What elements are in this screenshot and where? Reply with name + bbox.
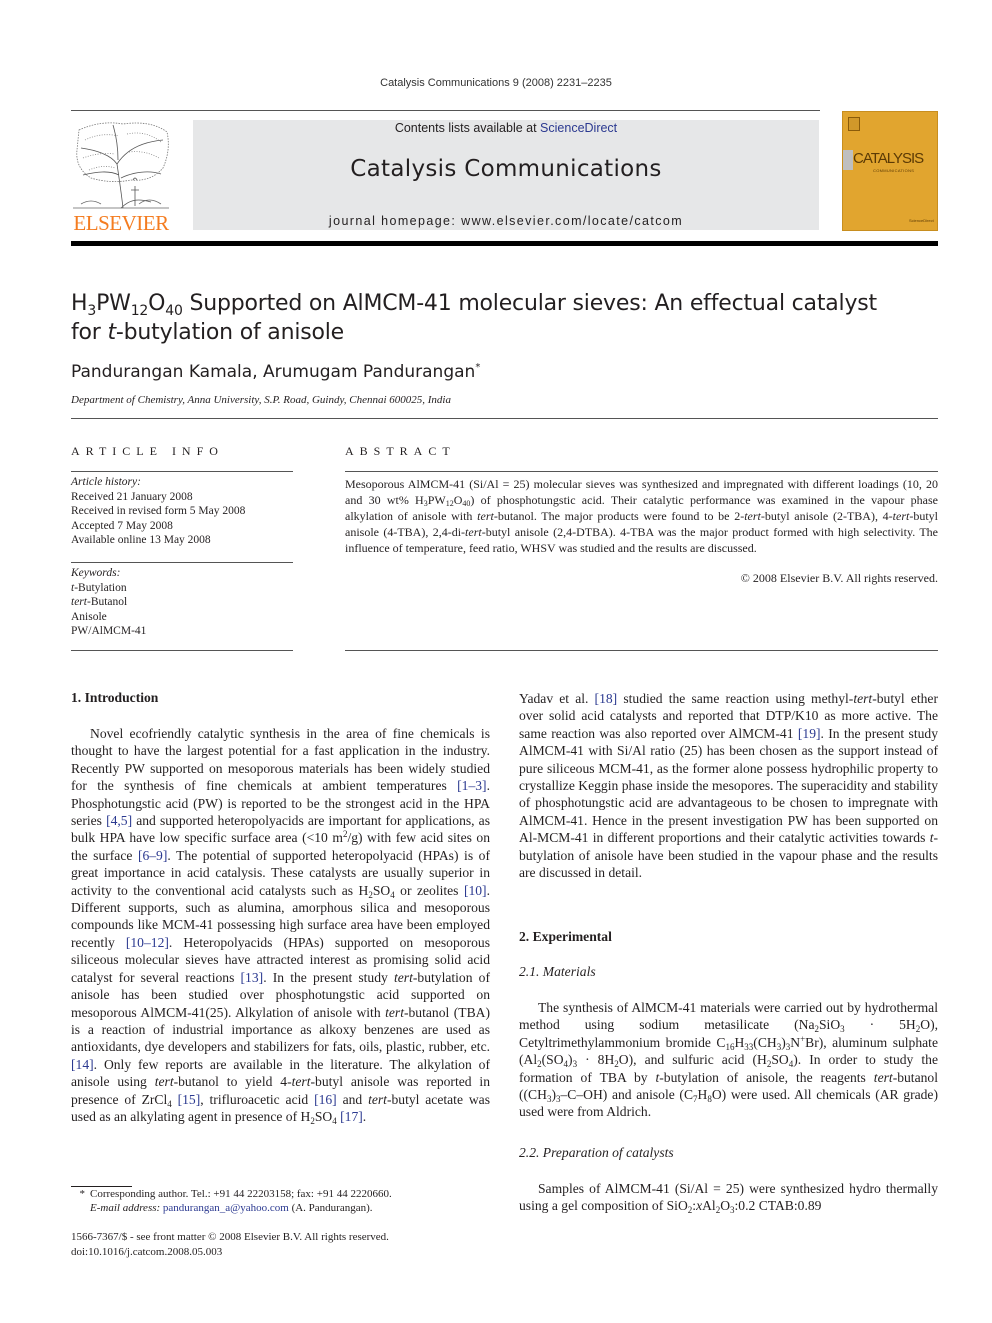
keywords-label: Keywords: xyxy=(71,567,121,579)
citation-link[interactable]: [10] xyxy=(464,883,487,898)
front-matter: 1566-7367/$ - see front matter © 2008 El… xyxy=(71,1230,490,1259)
header-thick-rule xyxy=(71,241,938,246)
cover-c-block xyxy=(843,150,853,170)
journal-cover-thumbnail: CATALYSIS COMMUNICATIONS ScienceDirect xyxy=(842,111,938,231)
sciencedirect-link[interactable]: ScienceDirect xyxy=(540,121,617,135)
citation-link[interactable]: [15] xyxy=(178,1092,201,1107)
citation-link[interactable]: [17] xyxy=(340,1109,363,1124)
citation-link[interactable]: [10–12] xyxy=(126,935,169,950)
article-info-rule xyxy=(71,650,293,651)
history-online: Available online 13 May 2008 xyxy=(71,534,211,546)
issn-line: 1566-7367/$ - see front matter © 2008 El… xyxy=(71,1231,389,1243)
elsevier-wordmark: ELSEVIER xyxy=(73,211,169,235)
citation-link[interactable]: [19] xyxy=(798,726,821,741)
journal-title: Catalysis Communications xyxy=(350,156,662,182)
header-rule xyxy=(71,110,820,111)
preparation-heading: 2.2. Preparation of catalysts xyxy=(519,1145,674,1160)
citation-link[interactable]: [4,5] xyxy=(106,813,132,828)
article-info-rule xyxy=(71,471,293,472)
citation-link[interactable]: [6–9] xyxy=(138,848,167,863)
abstract-copyright: © 2008 Elsevier B.V. All rights reserved… xyxy=(740,571,938,585)
keyword-item: PW/AlMCM-41 xyxy=(71,625,147,637)
citation-link[interactable]: [16] xyxy=(314,1092,337,1107)
article-title: H3PW12O40 Supported on AlMCM-41 molecula… xyxy=(71,291,877,345)
title-rule xyxy=(71,418,938,419)
email-link[interactable]: pandurangan_a@yahoo.com xyxy=(163,1202,289,1214)
affiliation: Department of Chemistry, Anna University… xyxy=(71,394,451,406)
cover-emblem-icon xyxy=(848,117,860,131)
citation-link[interactable]: [13] xyxy=(241,970,264,985)
article-info-heading: ARTICLE INFO xyxy=(71,444,224,458)
footnote-mark: * xyxy=(79,1188,86,1200)
history-label: Article history: xyxy=(71,476,141,488)
cover-footer: ScienceDirect xyxy=(909,218,934,223)
abstract-text: Mesoporous AlMCM-41 (Si/Al = 25) molecul… xyxy=(345,477,939,555)
article-info-rule xyxy=(71,562,293,563)
article-history: Article history: Received 21 January 200… xyxy=(71,475,293,548)
history-revised: Received in revised form 5 May 2008 xyxy=(71,505,246,517)
materials-paragraph: The synthesis of AlMCM-41 materials were… xyxy=(519,1000,938,1120)
authors: Pandurangan Kamala, Arumugam Pandurangan xyxy=(71,362,476,382)
abstract-heading: ABSTRACT xyxy=(345,444,456,458)
history-accepted: Accepted 7 May 2008 xyxy=(71,519,173,532)
journal-citation: Catalysis Communications 9 (2008) 2231–2… xyxy=(380,77,612,89)
keyword-item: t-Butylation xyxy=(71,581,127,594)
corresponding-author-mark[interactable]: * xyxy=(475,362,480,373)
introduction-paragraph: Novel ecofriendly catalytic synthesis in… xyxy=(71,726,490,1126)
experimental-heading: 2. Experimental xyxy=(519,929,612,944)
cover-subtitle: COMMUNICATIONS xyxy=(873,168,915,173)
email-label: E-mail address: xyxy=(90,1202,161,1214)
abstract-rule xyxy=(345,650,938,651)
materials-heading: 2.1. Materials xyxy=(519,964,596,979)
contents-prefix: Contents lists available at xyxy=(394,121,541,135)
abstract-rule xyxy=(345,471,938,472)
preparation-paragraph: Samples of AlMCM-41 (Si/Al = 25) were sy… xyxy=(519,1181,938,1216)
introduction-heading: 1. Introduction xyxy=(71,690,159,705)
footnote-contact: Corresponding author. Tel.: +91 44 22203… xyxy=(90,1188,392,1200)
footnote: * Corresponding author. Tel.: +91 44 2220… xyxy=(71,1187,490,1215)
history-received: Received 21 January 2008 xyxy=(71,490,193,503)
tree-icon xyxy=(73,122,169,209)
keyword-item: Anisole xyxy=(71,610,107,623)
citation-link[interactable]: [1–3] xyxy=(457,778,486,793)
introduction-continued: Yadav et al. [18] studied the same react… xyxy=(519,691,938,881)
keywords: Keywords: t-Butylation tert-Butanol Anis… xyxy=(71,566,293,639)
citation-link[interactable]: [18] xyxy=(595,691,618,706)
keyword-item: tert-Butanol xyxy=(71,596,128,608)
cover-title: CATALYSIS xyxy=(853,150,924,167)
doi-line[interactable]: doi:10.1016/j.catcom.2008.05.003 xyxy=(71,1245,490,1260)
journal-homepage[interactable]: journal homepage: www.elsevier.com/locat… xyxy=(193,214,819,228)
contents-line: Contents lists available at ScienceDirec… xyxy=(193,121,819,135)
citation-link[interactable]: [14] xyxy=(71,1057,94,1072)
author-list: Pandurangan Kamala, Arumugam Pandurangan… xyxy=(71,362,480,382)
